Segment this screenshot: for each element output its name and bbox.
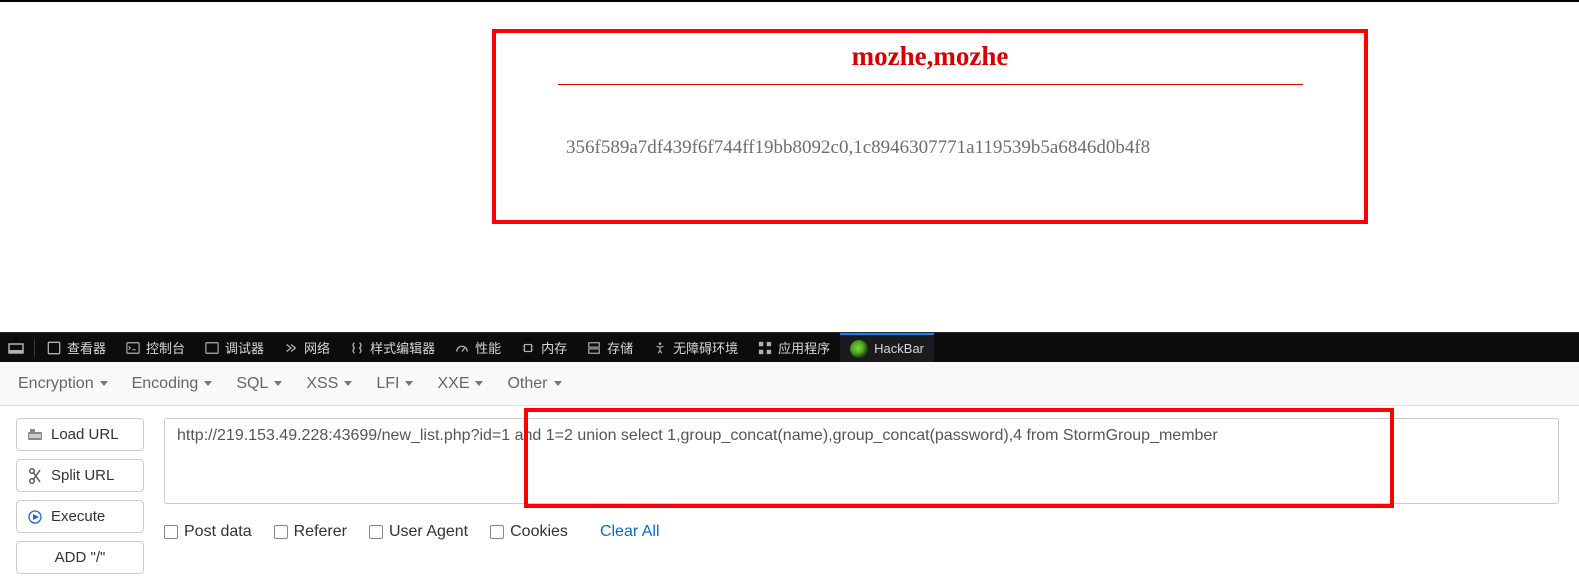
tab-label: 样式编辑器 [370,338,435,357]
tab-style-editor[interactable]: 样式编辑器 [340,333,445,362]
chevron-down-icon [344,381,352,386]
split-url-button[interactable]: Split URL [16,459,144,492]
tab-storage[interactable]: 存储 [577,333,643,362]
execute-button[interactable]: Execute [16,500,144,533]
split-icon [27,468,43,484]
checkbox-referer[interactable]: Referer [274,523,347,541]
button-label: ADD "/" [55,549,106,566]
devtools-toolbar: 查看器 控制台 调试器 网络 样式编辑器 性能 内存 存储 无障碍环境 应用程序… [0,332,1579,362]
tab-accessibility[interactable]: 无障碍环境 [643,333,748,362]
checkbox-icon [490,525,504,539]
load-icon [27,427,43,443]
console-icon [126,341,140,355]
menu-label: SQL [236,375,268,393]
memory-icon [521,341,535,355]
tab-performance[interactable]: 性能 [445,333,511,362]
tab-inspector[interactable]: 查看器 [37,333,116,362]
menu-label: XXE [437,375,469,393]
checkbox-label: User Agent [389,523,468,541]
button-label: Load URL [51,426,119,443]
chevron-down-icon [204,381,212,386]
hackbar-right-panel: Post data Referer User Agent Cookies Cle… [164,418,1563,574]
chevron-down-icon [274,381,282,386]
menu-lfi[interactable]: LFI [376,375,413,393]
style-icon [350,341,364,355]
accessibility-icon [653,341,667,355]
menu-encryption[interactable]: Encryption [18,375,108,393]
checkbox-row: Post data Referer User Agent Cookies Cle… [164,523,1563,541]
menu-label: Encoding [132,375,199,393]
page-content: mozhe,mozhe 356f589a7df439f6f744ff19bb80… [0,2,1579,332]
menu-label: Encryption [18,375,94,393]
title-divider [558,84,1303,85]
chevron-down-icon [405,381,413,386]
hackbar-icon [850,340,868,358]
checkbox-post-data[interactable]: Post data [164,523,252,541]
tab-network[interactable]: 网络 [274,333,340,362]
storage-icon [587,341,601,355]
performance-icon [455,341,469,355]
menu-sql[interactable]: SQL [236,375,282,393]
hash-output: 356f589a7df439f6f744ff19bb8092c0,1c89463… [496,137,1364,159]
menu-xss[interactable]: XSS [306,375,352,393]
page-title: mozhe,mozhe [496,41,1364,72]
checkbox-icon [369,525,383,539]
checkbox-label: Referer [294,523,347,541]
button-label: Split URL [51,467,114,484]
tab-label: 性能 [475,338,501,357]
checkbox-icon [274,525,288,539]
tab-label: 应用程序 [778,338,830,357]
checkbox-user-agent[interactable]: User Agent [369,523,468,541]
tab-console[interactable]: 控制台 [116,333,195,362]
inspector-icon [47,341,61,355]
checkbox-cookies[interactable]: Cookies [490,523,568,541]
menu-other[interactable]: Other [507,375,561,393]
tab-memory[interactable]: 内存 [511,333,577,362]
add-slash-button[interactable]: ADD "/" [16,541,144,574]
tab-label: 调试器 [225,338,264,357]
execute-icon [27,509,43,525]
url-input[interactable] [164,418,1559,504]
tab-label: 存储 [607,338,633,357]
chevron-down-icon [554,381,562,386]
debugger-icon [205,341,219,355]
devtools-dock-button[interactable] [0,333,32,362]
tab-label: HackBar [874,341,924,356]
tab-label: 控制台 [146,338,185,357]
chevron-down-icon [475,381,483,386]
tab-application[interactable]: 应用程序 [748,333,840,362]
highlight-box-top: mozhe,mozhe 356f589a7df439f6f744ff19bb80… [492,29,1368,224]
hackbar-menu-bar: Encryption Encoding SQL XSS LFI XXE Othe… [0,362,1579,406]
hackbar-main: Load URL Split URL Execute ADD "/" Post … [0,406,1579,574]
tab-label: 无障碍环境 [673,338,738,357]
tab-label: 内存 [541,338,567,357]
button-label: Execute [51,508,105,525]
menu-xxe[interactable]: XXE [437,375,483,393]
network-icon [284,341,298,355]
application-icon [758,341,772,355]
checkbox-label: Cookies [510,523,568,541]
hackbar-button-column: Load URL Split URL Execute ADD "/" [16,418,144,574]
menu-encoding[interactable]: Encoding [132,375,213,393]
checkbox-icon [164,525,178,539]
clear-all-link[interactable]: Clear All [600,523,660,541]
menu-label: Other [507,375,547,393]
tab-hackbar[interactable]: HackBar [840,333,934,362]
menu-label: XSS [306,375,338,393]
checkbox-label: Post data [184,523,252,541]
chevron-down-icon [100,381,108,386]
load-url-button[interactable]: Load URL [16,418,144,451]
tab-label: 网络 [304,338,330,357]
tab-label: 查看器 [67,338,106,357]
tab-debugger[interactable]: 调试器 [195,333,274,362]
menu-label: LFI [376,375,399,393]
